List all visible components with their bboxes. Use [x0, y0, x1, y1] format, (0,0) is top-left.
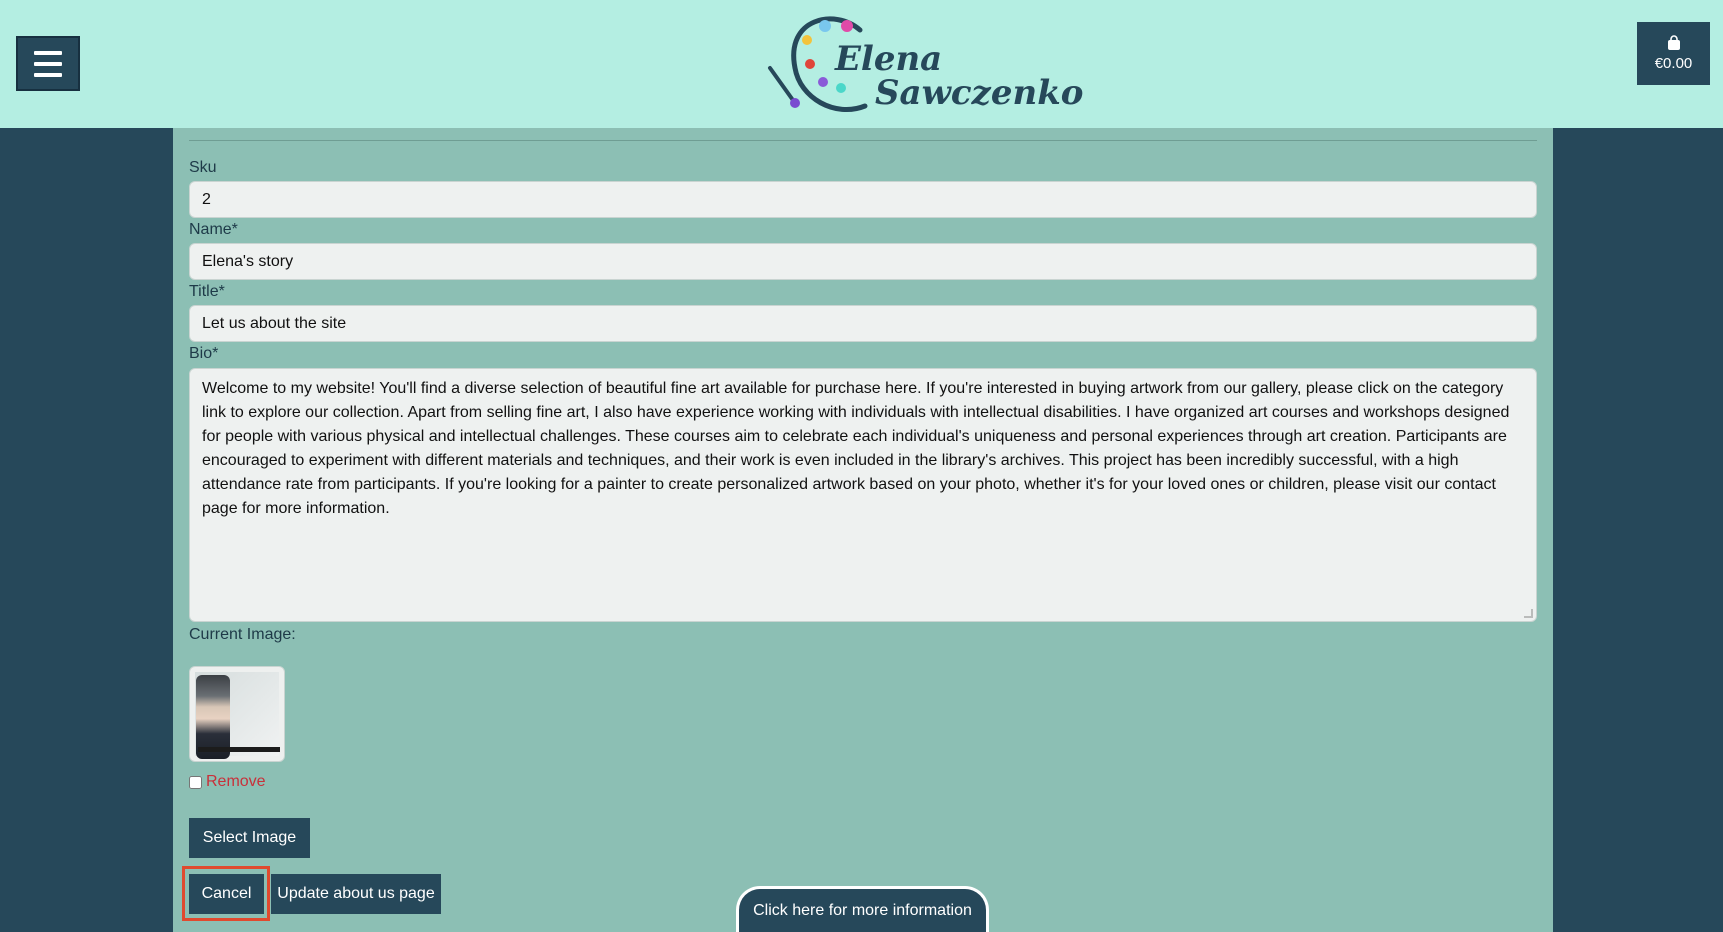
- title-label: Title*: [189, 283, 225, 300]
- edit-about-form: Sku 2 Name* Elena's story Title* Let us …: [173, 128, 1553, 932]
- current-image-label: Current Image:: [189, 626, 296, 643]
- cart-button[interactable]: €0.00: [1637, 22, 1710, 85]
- site-header: Elena Sawczenko €0.00: [0, 0, 1723, 128]
- title-value: Let us about the site: [202, 314, 347, 332]
- update-about-button[interactable]: Update about us page: [271, 874, 441, 914]
- name-input[interactable]: Elena's story: [189, 243, 1537, 280]
- site-logo[interactable]: Elena Sawczenko: [765, 8, 1083, 118]
- bio-label: Bio*: [189, 345, 219, 362]
- resize-handle-icon[interactable]: [1524, 609, 1533, 618]
- remove-image-row: Remove: [189, 773, 266, 791]
- bio-textarea[interactable]: Welcome to my website! You'll find a div…: [189, 368, 1537, 622]
- name-label: Name*: [189, 221, 238, 238]
- cart-total: €0.00: [1654, 55, 1693, 72]
- current-image-thumbnail[interactable]: [189, 666, 285, 762]
- select-image-button[interactable]: Select Image: [189, 818, 310, 858]
- title-input[interactable]: Let us about the site: [189, 305, 1537, 342]
- logo-text-last: Sawczenko: [875, 73, 1084, 113]
- sku-label: Sku: [189, 159, 217, 176]
- shopping-bag-icon: [1667, 35, 1680, 50]
- hamburger-icon: [34, 50, 62, 55]
- menu-button[interactable]: [16, 36, 80, 91]
- sku-value: 2: [202, 190, 211, 208]
- sku-input[interactable]: 2: [189, 181, 1537, 218]
- divider: [189, 140, 1537, 141]
- logo-text-first: Elena: [835, 39, 943, 79]
- more-info-button[interactable]: Click here for more information: [736, 886, 989, 932]
- cancel-button[interactable]: Cancel: [189, 874, 264, 914]
- bio-value: Welcome to my website! You'll find a div…: [202, 380, 1510, 517]
- name-value: Elena's story: [202, 252, 294, 270]
- remove-label[interactable]: Remove: [206, 773, 266, 791]
- remove-image-checkbox[interactable]: [189, 775, 202, 789]
